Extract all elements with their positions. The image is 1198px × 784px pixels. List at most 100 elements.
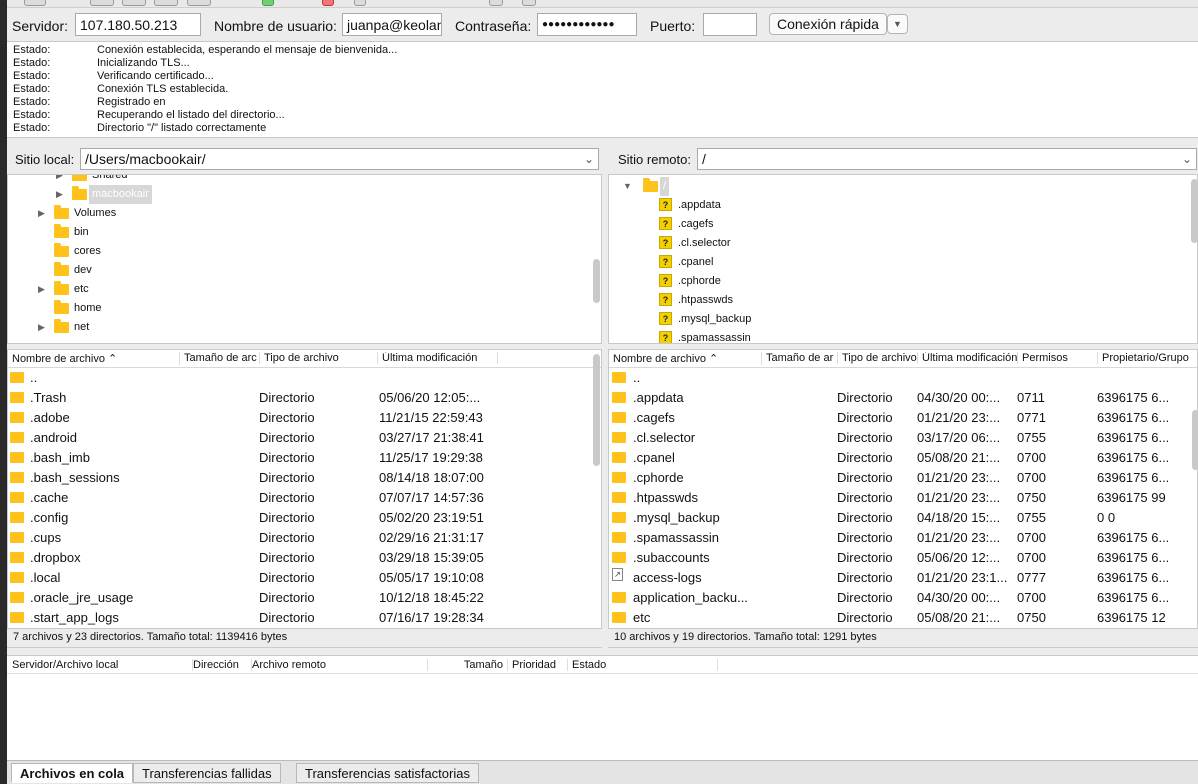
expand-arrow-icon[interactable]: ▼ (623, 177, 632, 196)
queue-column-direction[interactable]: Dirección (193, 659, 252, 671)
toolbar-icon[interactable] (122, 0, 146, 6)
port-input[interactable] (703, 13, 757, 36)
column-size[interactable]: Tamaño de ar (762, 352, 838, 364)
table-row[interactable]: .subaccounts Directorio 05/06/20 12:... 070… (609, 548, 1197, 568)
message-log[interactable]: Estado: Conexión establecida, esperando e… (7, 42, 1198, 138)
tree-node[interactable]: ? .cagefs (609, 215, 1179, 234)
tree-node[interactable]: ▶ Volumes (8, 204, 583, 223)
table-row[interactable]: .bash_sessions Directorio 08/14/18 18:07:0… (8, 468, 601, 488)
table-row[interactable]: .adobe Directorio 11/21/15 22:59:43 (8, 408, 601, 428)
server-input[interactable]: 107.180.50.213 (75, 13, 201, 36)
table-row[interactable]: .bash_imb Directorio 11/25/17 19:29:38 (8, 448, 601, 468)
table-row[interactable]: .dropbox Directorio 03/29/18 15:39:05 (8, 548, 601, 568)
tree-node[interactable]: ? .cpanel (609, 253, 1179, 272)
tree-node[interactable]: ? .htpasswds (609, 291, 1179, 310)
tab-failed-transfers[interactable]: Transferencias fallidas (133, 763, 281, 783)
table-row[interactable]: .. (8, 368, 601, 388)
expand-arrow-icon[interactable]: ▶ (38, 318, 45, 337)
column-name[interactable]: Nombre de archivo ⌃ (8, 352, 180, 365)
table-row[interactable]: .local Directorio 05/05/17 19:10:08 (8, 568, 601, 588)
toolbar-icon[interactable] (187, 0, 211, 6)
tree-node[interactable]: dev (8, 261, 583, 280)
toolbar-icon[interactable] (90, 0, 114, 6)
column-type[interactable]: Tipo de archivo (838, 352, 918, 364)
table-row[interactable]: .appdata Directorio 04/30/20 00:... 0711 639… (609, 388, 1197, 408)
tree-node[interactable]: ▶ net (8, 318, 583, 337)
table-row[interactable]: .cache Directorio 07/07/17 14:57:36 (8, 488, 601, 508)
column-permissions[interactable]: Permisos (1018, 352, 1098, 364)
table-row[interactable]: .config Directorio 05/02/20 23:19:51 (8, 508, 601, 528)
search-icon[interactable] (522, 0, 536, 6)
tree-node-label: / (660, 177, 670, 196)
tree-node[interactable]: ? .cl.selector (609, 234, 1179, 253)
quickconnect-button[interactable]: Conexión rápida (769, 13, 887, 35)
tree-node[interactable]: home (8, 299, 583, 318)
table-row[interactable]: .cpanel Directorio 05/08/20 21:... 0700 6396… (609, 448, 1197, 468)
chevron-down-icon[interactable]: ▼ (887, 14, 908, 34)
transfer-queue[interactable]: Servidor/Archivo local Dirección Archivo… (7, 655, 1198, 760)
column-type[interactable]: Tipo de archivo (260, 352, 378, 364)
local-directory-tree[interactable]: ▶ Shared ▶ macbookair ▶ Volumes bin cores dev ▶ et… (7, 174, 602, 344)
column-name[interactable]: Nombre de archivo ⌃ (609, 352, 762, 365)
tree-node[interactable]: ? .cphorde (609, 272, 1179, 291)
table-row[interactable]: .android Directorio 03/27/17 21:38:41 (8, 428, 601, 448)
tab-successful-transfers[interactable]: Transferencias satisfactorias (296, 763, 479, 783)
username-input[interactable]: juanpa@keolanu (342, 13, 442, 36)
column-size[interactable]: Tamaño de arc (180, 352, 260, 364)
toolbar-icon[interactable] (154, 0, 178, 6)
scrollbar[interactable] (1191, 179, 1197, 243)
tree-node[interactable]: ▶ macbookair (8, 185, 583, 204)
tree-node[interactable]: ? .spamassassin (609, 329, 1179, 343)
queue-column-priority[interactable]: Prioridad (512, 659, 568, 671)
remote-path-input[interactable]: / ⌄ (697, 148, 1197, 170)
table-row[interactable]: .Trash Directorio 05/06/20 12:05:... (8, 388, 601, 408)
remote-directory-tree[interactable]: ▼ /? .appdata? .cagefs? .cl.selector? .cpanel… (608, 174, 1198, 344)
disconnect-icon[interactable] (354, 0, 366, 6)
tree-node[interactable]: ? .appdata (609, 196, 1179, 215)
password-input[interactable]: ●●●●●●●●●●●● (537, 13, 637, 36)
chevron-down-icon[interactable]: ⌄ (584, 152, 594, 166)
tree-node[interactable]: cores (8, 242, 583, 261)
table-row[interactable]: .cphorde Directorio 01/21/20 23:... 0700 639… (609, 468, 1197, 488)
file-name: .adobe (30, 410, 70, 425)
table-row[interactable]: etc Directorio 05/08/20 21:... 0750 6396175 … (609, 608, 1197, 628)
column-modified[interactable]: Última modificación (918, 352, 1018, 364)
table-row[interactable]: .cups Directorio 02/29/16 21:31:17 (8, 528, 601, 548)
queue-column-status[interactable]: Estado (572, 659, 718, 671)
chevron-down-icon[interactable]: ⌄ (1182, 152, 1192, 166)
expand-arrow-icon[interactable]: ▶ (38, 204, 45, 223)
local-file-list[interactable]: Nombre de archivo ⌃ Tamaño de arc Tipo d… (7, 349, 602, 629)
scrollbar[interactable] (593, 259, 600, 303)
process-queue-icon[interactable] (262, 0, 274, 6)
table-row[interactable]: ↗ access-logs Directorio 01/21/20 23:1... 07… (609, 568, 1197, 588)
table-row[interactable]: .. (609, 368, 1197, 388)
table-row[interactable]: .cagefs Directorio 01/21/20 23:... 0771 6396… (609, 408, 1197, 428)
table-row[interactable]: .cl.selector Directorio 03/17/20 06:... 075… (609, 428, 1197, 448)
column-modified[interactable]: Última modificación (378, 352, 498, 364)
site-manager-icon[interactable] (24, 0, 46, 6)
expand-arrow-icon[interactable]: ▶ (38, 280, 45, 299)
table-row[interactable]: application_backu... Directorio 04/30/20 0… (609, 588, 1197, 608)
table-row[interactable]: .oracle_jre_usage Directorio 10/12/18 18:4… (8, 588, 601, 608)
table-row[interactable]: .mysql_backup Directorio 04/18/20 15:... 07… (609, 508, 1197, 528)
tree-node[interactable]: ▶ etc (8, 280, 583, 299)
queue-column-size[interactable]: Tamaño (428, 659, 508, 671)
column-owner[interactable]: Propietario/Grupo (1098, 352, 1197, 364)
tab-queued-files[interactable]: Archivos en cola (11, 763, 134, 783)
table-row[interactable]: .spamassassin Directorio 01/21/20 23:... 07… (609, 528, 1197, 548)
remote-file-list[interactable]: Nombre de archivo ⌃ Tamaño de ar Tipo de… (608, 349, 1198, 629)
table-row[interactable]: .htpasswds Directorio 01/21/20 23:... 0750 6… (609, 488, 1197, 508)
expand-arrow-icon[interactable]: ▶ (56, 185, 63, 204)
cancel-icon[interactable] (322, 0, 334, 6)
filter-icon[interactable] (489, 0, 503, 6)
tree-node[interactable]: ? .mysql_backup (609, 310, 1179, 329)
expand-arrow-icon[interactable]: ▶ (56, 175, 63, 185)
tree-node[interactable]: ▼ / (609, 177, 1179, 196)
queue-column-remote[interactable]: Archivo remoto (252, 659, 428, 671)
tree-node[interactable]: bin (8, 223, 583, 242)
local-path-input[interactable]: /Users/macbookair/ ⌄ (80, 148, 599, 170)
table-row[interactable]: .start_app_logs Directorio 07/16/17 19:28:… (8, 608, 601, 628)
queue-column-local[interactable]: Servidor/Archivo local (12, 659, 193, 671)
file-name: .bash_imb (30, 450, 90, 465)
tree-node[interactable]: ▶ Shared (8, 175, 583, 185)
